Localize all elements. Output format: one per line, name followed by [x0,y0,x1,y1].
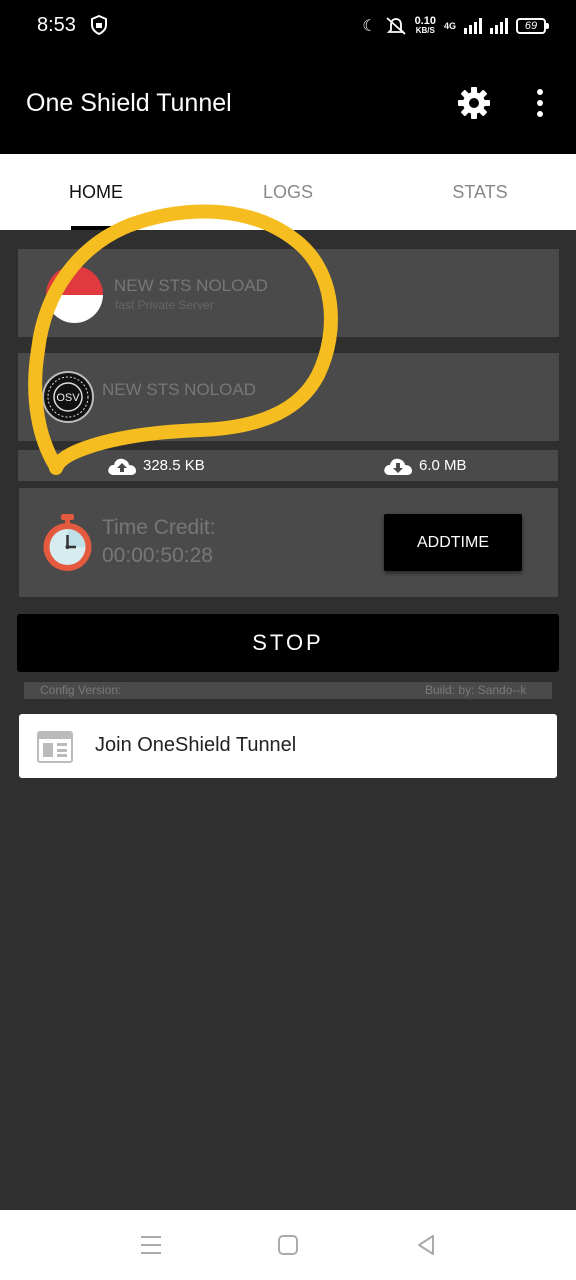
more-vert-icon[interactable] [532,88,548,118]
stopwatch-icon [43,514,92,571]
back-icon[interactable] [411,1230,441,1260]
signal-icon-2 [490,18,508,34]
shield-status-icon [91,15,107,35]
build-info: Build: by: Sando--k [425,683,527,697]
app-title: One Shield Tunnel [26,89,232,117]
upload-value: 328.5 KB [143,457,205,474]
menu-icon[interactable] [136,1230,166,1260]
config-version: Config Version: [40,683,122,697]
tab-indicator [71,226,123,230]
muted-bell-icon [385,17,406,35]
moon-icon: ☾ [362,18,377,35]
flag-icon [46,266,103,323]
status-icons: ☾ 0.10 KB/S 4G 69 [362,14,549,38]
status-bar: 8:53 ☾ 0.10 KB/S 4G 69 [0,0,576,52]
download-value: 6.0 MB [419,457,467,474]
home-square-icon[interactable] [273,1230,303,1260]
newspaper-icon [37,731,73,763]
tab-stats[interactable]: STATS [384,154,576,230]
gear-icon[interactable] [456,85,492,121]
cloud-download-icon [384,458,412,475]
status-time: 8:53 [37,14,76,36]
network-speed: 0.10 KB/S [414,15,436,36]
server-name: NEW STS NOLOAD [114,276,268,295]
tab-logs[interactable]: LOGS [192,154,384,230]
network-name: NEW STS NOLOAD [102,380,256,399]
battery-icon: 69 [516,18,549,34]
stop-button[interactable]: STOP [17,614,559,672]
tab-home[interactable]: HOME [0,154,192,230]
server-subtitle: fast Private Server [115,298,214,312]
svg-text:OSV: OSV [56,392,80,404]
network-selector[interactable] [18,353,559,441]
tab-bar: HOME LOGS STATS [0,154,576,230]
network-type: 4G [443,21,456,31]
addtime-button[interactable]: ADDTIME [384,514,522,571]
osv-logo-icon: OSV [42,371,94,423]
join-label: Join OneShield Tunnel [95,734,297,756]
signal-icon [464,18,482,34]
time-credit-label: Time Credit: [102,516,216,539]
traffic-bar [18,450,558,481]
cloud-upload-icon [108,458,136,475]
time-credit-value: 00:00:50:28 [102,544,213,567]
